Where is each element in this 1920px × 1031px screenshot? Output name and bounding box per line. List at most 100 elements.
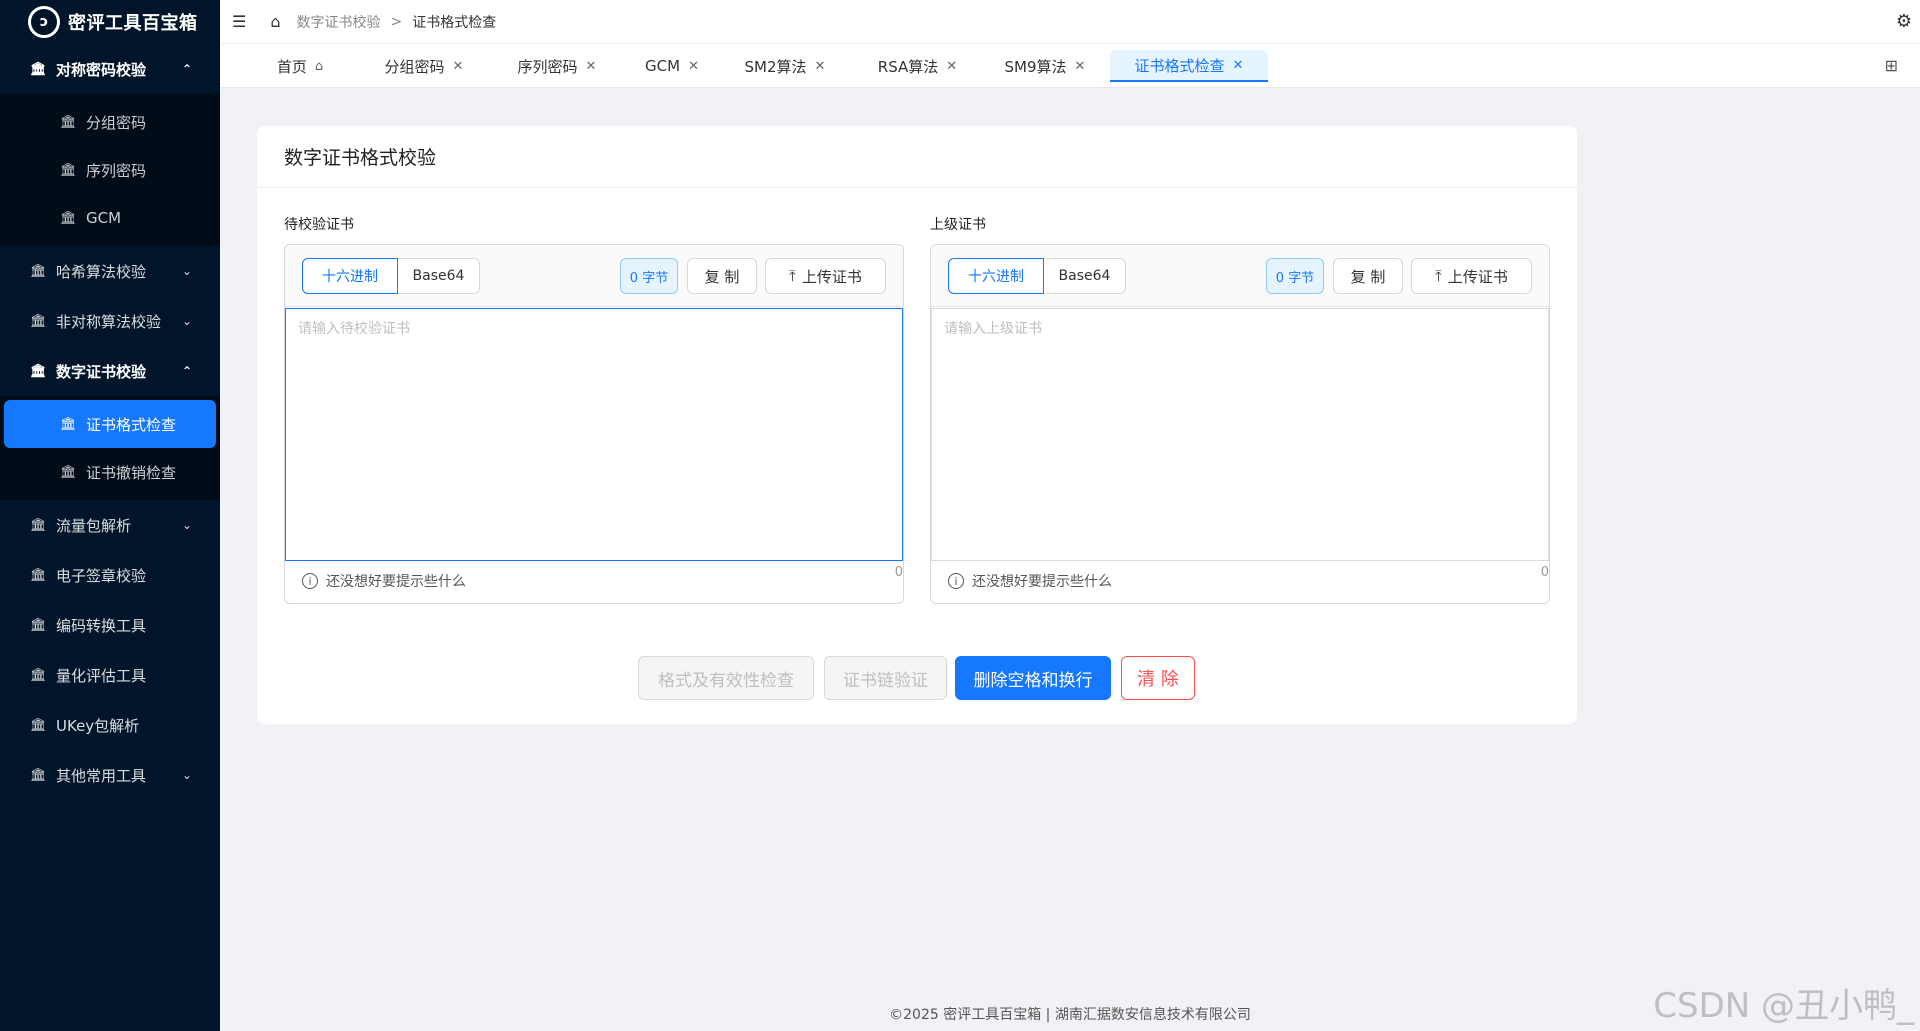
hint-text: i 还没想好要提示些什么	[948, 571, 1112, 591]
close-icon[interactable]: ✕	[586, 59, 597, 74]
tab-label: GCM	[645, 57, 681, 75]
tab-home[interactable]: 首页 ⌂	[260, 50, 340, 82]
menu-other[interactable]: 🏛 其他常用工具 ⌄	[0, 750, 220, 800]
menu-encoding[interactable]: 🏛 编码转换工具	[0, 600, 220, 650]
sidebar-item-gcm[interactable]: 🏛 GCM	[4, 194, 216, 242]
menu-asymmetric[interactable]: 🏛 非对称算法校验 ⌄	[0, 296, 220, 346]
cert-chain-verify-button[interactable]: 证书链验证	[824, 656, 947, 700]
sidebar-item-label: 证书格式检查	[86, 415, 177, 434]
page-title: 数字证书格式校验	[257, 126, 1577, 188]
sidebar-item-cert-format[interactable]: 🏛 证书格式检查	[4, 400, 216, 448]
upload-icon: ⤒	[1435, 267, 1442, 285]
close-icon[interactable]: ✕	[815, 59, 826, 74]
pending-cert-panel: 十六进制 Base64 0 字节 复 制 ⤒ 上传证书 0 i 还没想好要提示些…	[284, 244, 904, 604]
bank-icon: 🏛	[30, 363, 47, 379]
hex-option[interactable]: 十六进制	[948, 258, 1044, 294]
menu-label: 哈希算法校验	[56, 262, 147, 281]
menu-quantify[interactable]: 🏛 量化评估工具	[0, 650, 220, 700]
tab-label: 分组密码	[384, 57, 445, 76]
close-icon[interactable]: ✕	[453, 59, 464, 74]
bank-icon: 🏛	[60, 162, 77, 178]
sidebar-item-block-cipher[interactable]: 🏛 分组密码	[4, 98, 216, 146]
bank-icon: 🏛	[30, 767, 47, 783]
grid-icon[interactable]: ⊞	[1885, 56, 1898, 75]
menu-label: 对称密码校验	[56, 60, 147, 79]
tab-block-cipher[interactable]: 分组密码 ✕	[370, 50, 478, 82]
parent-cert-input[interactable]	[931, 308, 1549, 561]
bank-icon: 🏛	[30, 263, 47, 279]
pending-cert-input[interactable]	[285, 308, 903, 561]
base64-option[interactable]: Base64	[1044, 258, 1126, 294]
upload-label: 上传证书	[801, 267, 862, 286]
submenu-certificate: 🏛 证书格式检查 🏛 证书撤销检查	[0, 396, 220, 500]
chevron-up-icon: ⌃	[181, 62, 192, 76]
sidebar-item-cert-revocation[interactable]: 🏛 证书撤销检查	[4, 448, 216, 496]
action-bar: 格式及有效性检查 证书链验证 删除空格和换行 清 除	[257, 656, 1577, 700]
tab-sm9[interactable]: SM9算法 ✕	[990, 50, 1100, 82]
logo-icon: ↄ	[28, 6, 60, 38]
app-logo[interactable]: ↄ 密评工具百宝箱	[0, 0, 220, 44]
info-icon: i	[302, 573, 318, 589]
hint-label: 还没想好要提示些什么	[326, 574, 466, 590]
breadcrumb-separator: >	[390, 13, 403, 30]
menu-label: 编码转换工具	[56, 616, 147, 635]
hex-option[interactable]: 十六进制	[302, 258, 398, 294]
base64-option[interactable]: Base64	[398, 258, 480, 294]
tab-label: 证书格式检查	[1134, 56, 1225, 75]
upload-cert-button[interactable]: ⤒ 上传证书	[1411, 258, 1532, 294]
encoding-switch: 十六进制 Base64	[948, 258, 1126, 294]
tab-cert-format[interactable]: 证书格式检查 ✕	[1110, 50, 1268, 82]
sidebar-item-stream-cipher[interactable]: 🏛 序列密码	[4, 146, 216, 194]
tab-stream-cipher[interactable]: 序列密码 ✕	[503, 50, 611, 82]
csdn-watermark: CSDN @丑小鸭_	[1653, 986, 1914, 1026]
bank-icon: 🏛	[30, 667, 47, 683]
close-icon[interactable]: ✕	[688, 59, 699, 74]
submenu-symmetric: 🏛 分组密码 🏛 序列密码 🏛 GCM	[0, 94, 220, 246]
chevron-down-icon: ⌄	[181, 264, 192, 278]
menu-hash[interactable]: 🏛 哈希算法校验 ⌄	[0, 246, 220, 296]
strip-whitespace-button[interactable]: 删除空格和换行	[955, 656, 1111, 700]
menu-label: 量化评估工具	[56, 666, 147, 685]
gear-icon[interactable]: ⚙	[1896, 11, 1912, 32]
copy-button[interactable]: 复 制	[1333, 258, 1403, 294]
menu-certificate[interactable]: 🏛 数字证书校验 ⌃	[0, 346, 220, 396]
sidebar-item-label: 分组密码	[86, 113, 147, 132]
close-icon[interactable]: ✕	[1075, 59, 1086, 74]
sidebar: ↄ 密评工具百宝箱 🏛 对称密码校验 ⌃ 🏛 分组密码 🏛 序列密码 🏛 GCM…	[0, 0, 220, 1031]
menu-label: 电子签章校验	[56, 566, 147, 585]
close-icon[interactable]: ✕	[1233, 58, 1244, 73]
header: ☰ ⌂ 数字证书校验 > 证书格式检查 ⚙	[220, 0, 1920, 44]
breadcrumb-parent[interactable]: 数字证书校验	[297, 12, 381, 32]
format-validity-check-button[interactable]: 格式及有效性检查	[638, 656, 814, 700]
upload-icon: ⤒	[789, 267, 796, 285]
menu-symmetric[interactable]: 🏛 对称密码校验 ⌃	[0, 44, 220, 94]
copy-button[interactable]: 复 制	[687, 258, 757, 294]
menu-traffic[interactable]: 🏛 流量包解析 ⌄	[0, 500, 220, 550]
pending-cert-section: 待校验证书 十六进制 Base64 0 字节 复 制 ⤒ 上传证书 0 i 还没…	[284, 214, 904, 604]
bank-icon: 🏛	[60, 114, 77, 130]
pending-cert-toolbar: 十六进制 Base64 0 字节 复 制 ⤒ 上传证书	[285, 245, 903, 307]
char-counter: 0	[1540, 565, 1549, 580]
tab-label: SM2算法	[744, 57, 807, 76]
tabs-bar: 首页 ⌂ 分组密码 ✕ 序列密码 ✕ GCM ✕ SM2算法 ✕ RSA算法 ✕…	[220, 44, 1920, 88]
menu-fold-icon[interactable]: ☰	[232, 12, 246, 31]
parent-cert-label: 上级证书	[930, 217, 986, 233]
encoding-switch: 十六进制 Base64	[302, 258, 480, 294]
home-icon: ⌂	[314, 58, 324, 74]
menu-ukey[interactable]: 🏛 UKey包解析	[0, 700, 220, 750]
tab-sm2[interactable]: SM2算法 ✕	[730, 50, 840, 82]
tab-rsa[interactable]: RSA算法 ✕	[860, 50, 975, 82]
parent-cert-panel: 十六进制 Base64 0 字节 复 制 ⤒ 上传证书 0 i 还没想好要提示些…	[930, 244, 1550, 604]
upload-cert-button[interactable]: ⤒ 上传证书	[765, 258, 886, 294]
menu-label: 数字证书校验	[56, 362, 147, 381]
home-icon[interactable]: ⌂	[270, 12, 280, 31]
bank-icon: 🏛	[30, 517, 47, 533]
chevron-down-icon: ⌄	[181, 518, 192, 532]
menu-label: UKey包解析	[56, 716, 140, 735]
menu-signature[interactable]: 🏛 电子签章校验	[0, 550, 220, 600]
tab-gcm[interactable]: GCM ✕	[628, 50, 716, 82]
close-icon[interactable]: ✕	[946, 59, 957, 74]
clear-button[interactable]: 清 除	[1121, 656, 1195, 700]
upload-label: 上传证书	[1447, 267, 1508, 286]
cert-format-card: 数字证书格式校验 待校验证书 十六进制 Base64 0 字节 复 制 ⤒ 上传…	[257, 126, 1577, 724]
